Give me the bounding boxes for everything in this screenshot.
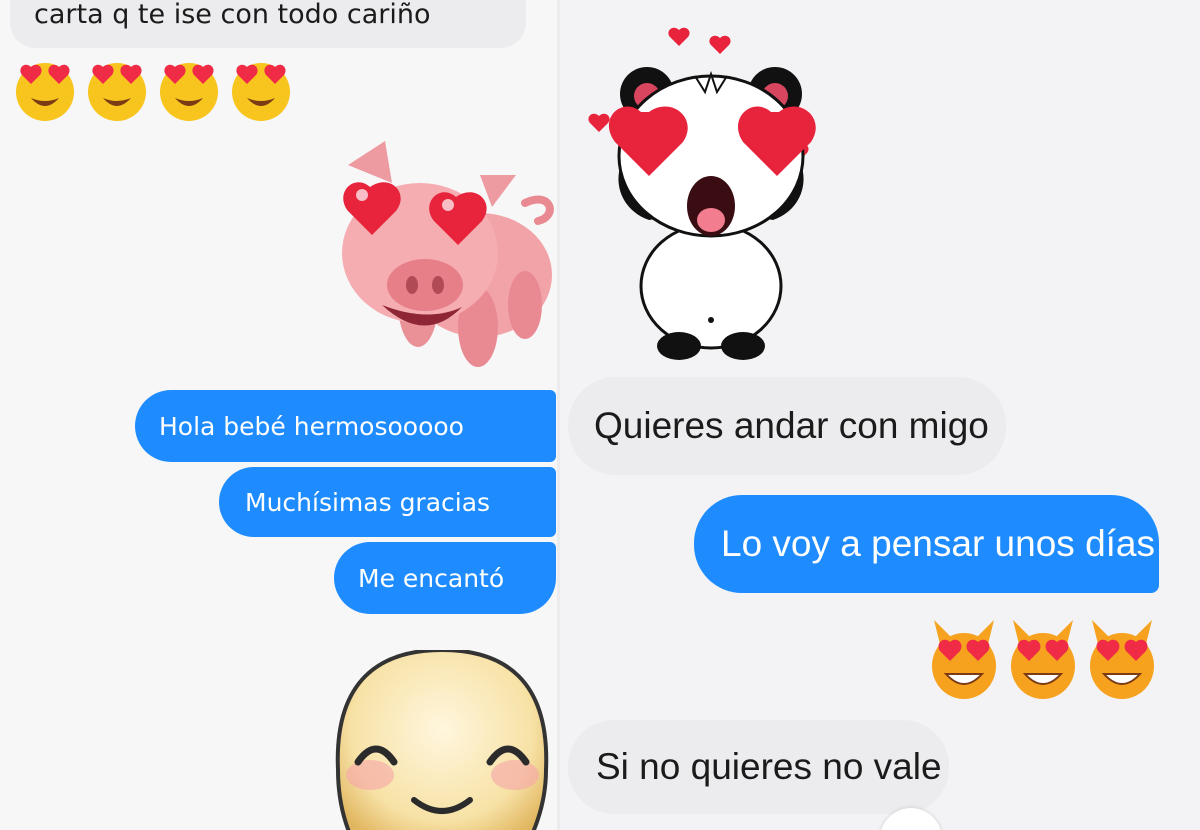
pig-heart-eyes-sticker[interactable] (330, 135, 555, 380)
heart-eyes-cat-icon (1090, 620, 1154, 699)
incoming-message[interactable]: Si no quieres no vale (568, 720, 949, 814)
outgoing-message[interactable]: Me encantó (334, 542, 556, 614)
message-text: Muchísimas gracias (245, 487, 491, 517)
smiling-face-sticker[interactable] (330, 650, 555, 830)
incoming-message[interactable]: Quieres andar con migo (568, 377, 1006, 475)
outgoing-message[interactable]: Lo voy a pensar unos días (694, 495, 1159, 593)
right-chat-panel: Quieres andar con migo Lo voy a pensar u… (560, 0, 1200, 830)
heart-eyes-face-icon (160, 63, 218, 121)
incoming-message-truncated[interactable]: carta q te ise con todo cariño (10, 0, 526, 48)
message-text: carta q te ise con todo cariño (34, 0, 431, 30)
message-text: Quieres andar con migo (594, 405, 989, 446)
outgoing-message[interactable]: Muchísimas gracias (219, 467, 556, 537)
heart-eyes-cat-icon (932, 620, 996, 699)
message-text: Lo voy a pensar unos días (721, 523, 1156, 564)
heart-eyes-face-icon (88, 63, 146, 121)
message-text: Si no quieres no vale (596, 746, 942, 787)
heart-eyes-face-icon (16, 63, 74, 121)
left-chat-panel: carta q te ise con todo cariño Hola bebé… (0, 0, 560, 830)
heart-eyes-face-icon (232, 63, 290, 121)
heart-eyes-cat-icon (1011, 620, 1075, 699)
message-text: Hola bebé hermosooooo (159, 411, 464, 441)
panda-heart-eyes-sticker[interactable] (585, 20, 840, 365)
message-text: Me encantó (358, 563, 505, 593)
outgoing-message[interactable]: Hola bebé hermosooooo (135, 390, 556, 462)
